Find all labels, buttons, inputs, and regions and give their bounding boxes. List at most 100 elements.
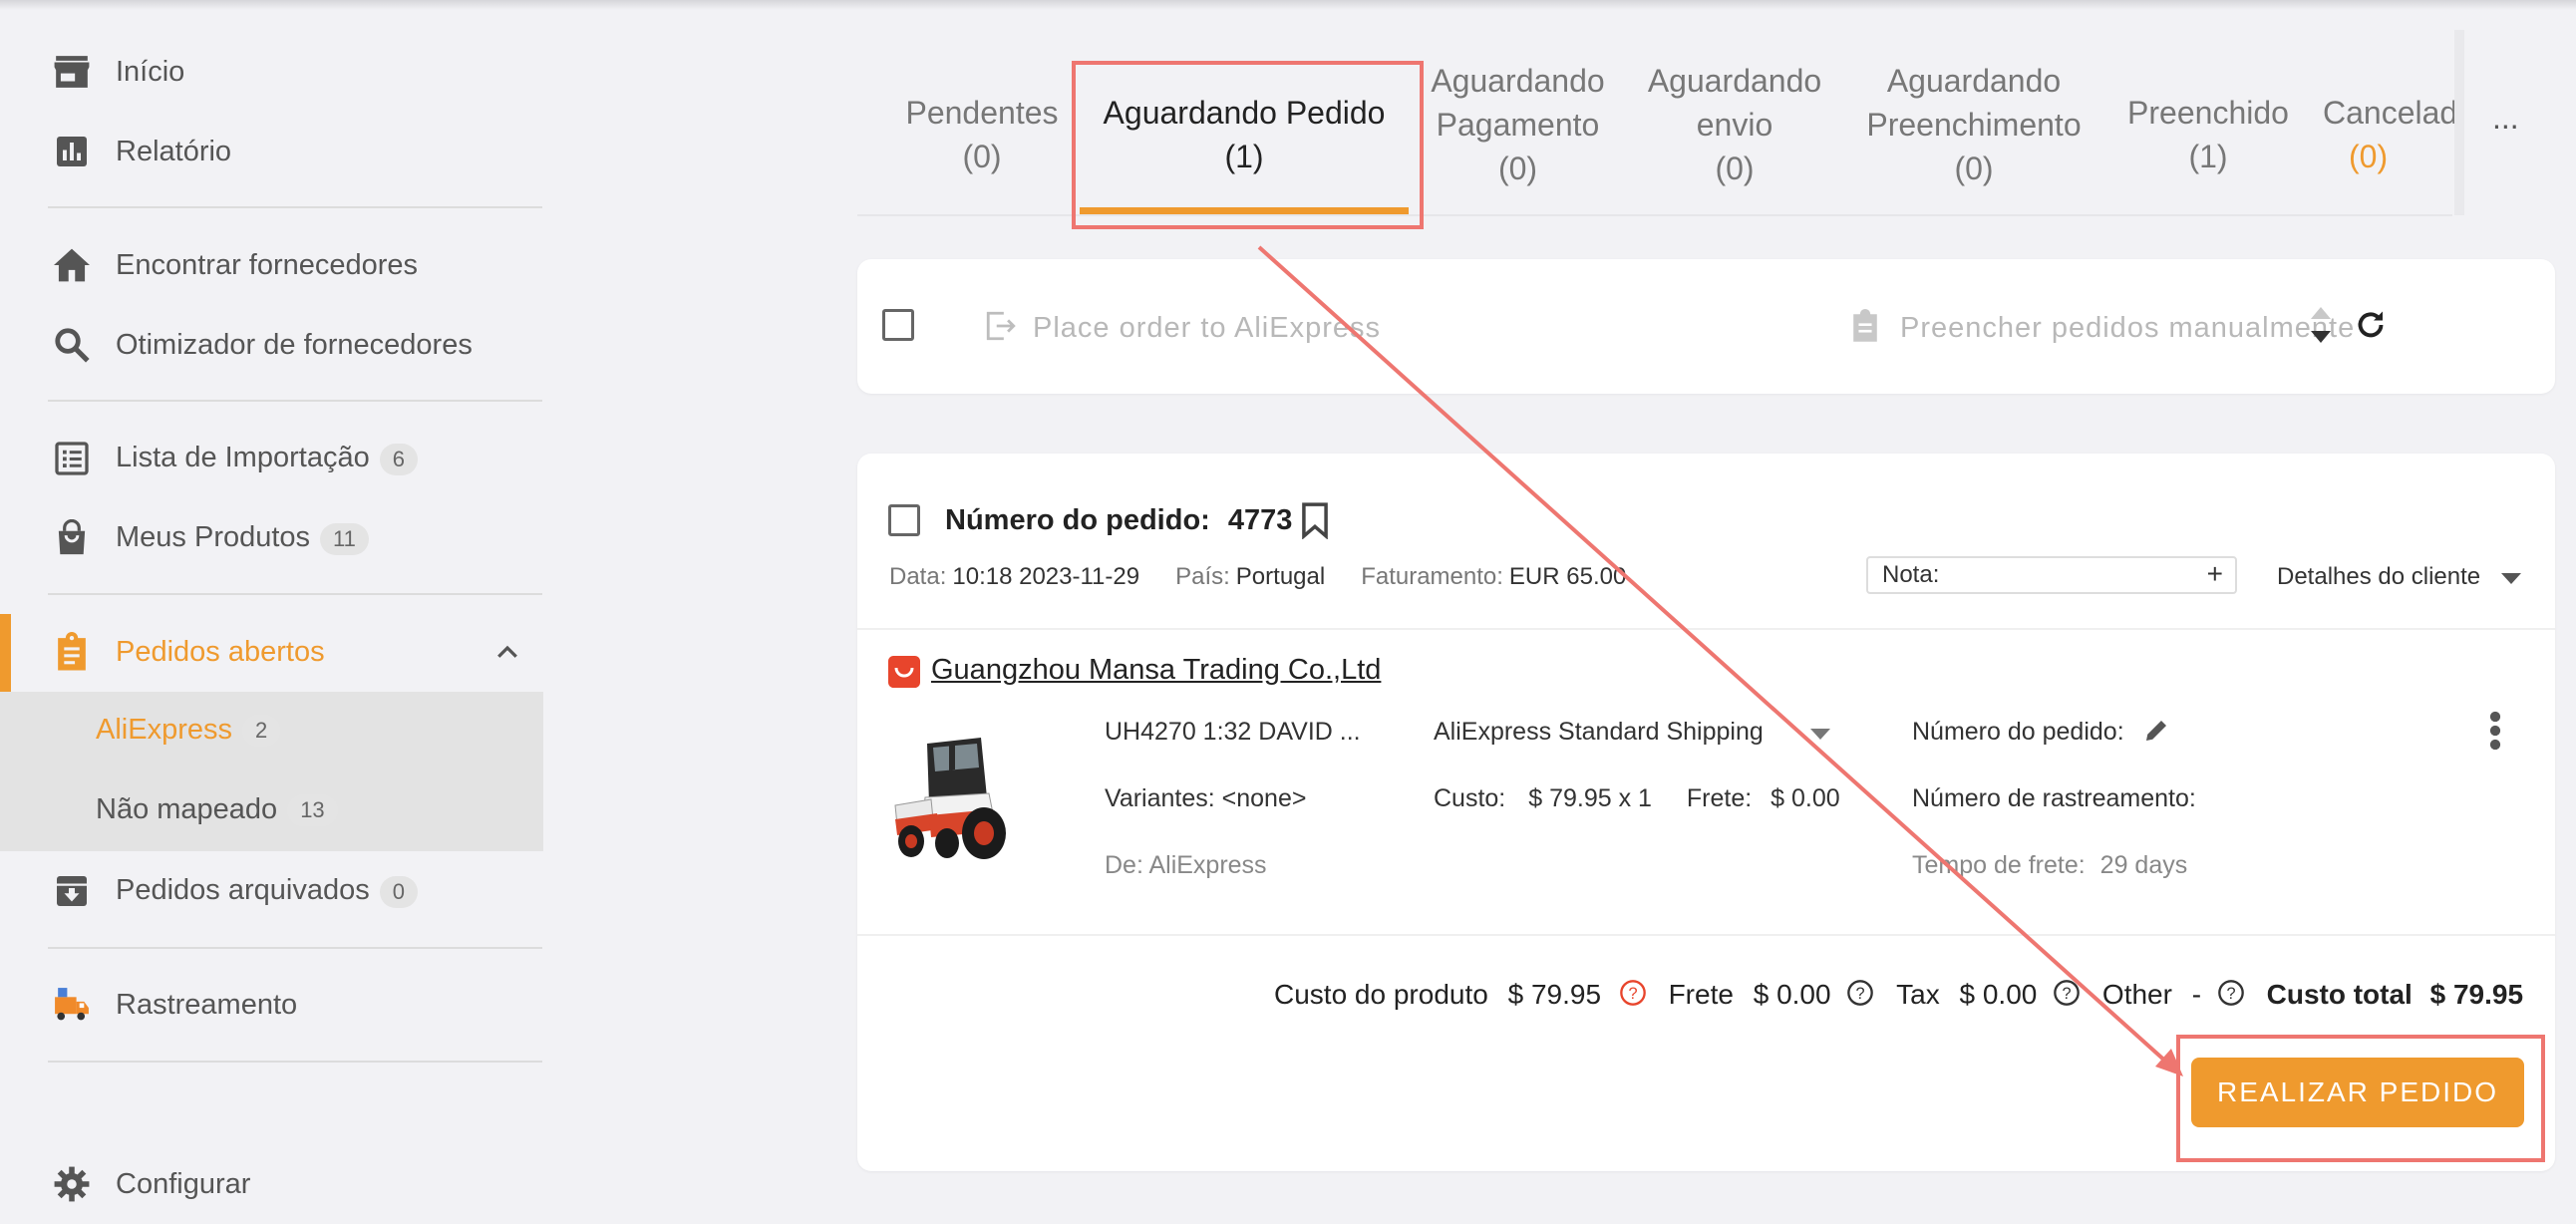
supplier-order-number-label: Número do pedido: bbox=[1912, 718, 2124, 746]
product-cost-value: $ 79.95 bbox=[1507, 979, 1602, 1010]
submenu-item-nao-mapeado[interactable]: Não mapeado 13 bbox=[96, 793, 338, 827]
shopping-bag-icon bbox=[52, 518, 92, 558]
tab-label: Aguardando bbox=[1431, 63, 1605, 99]
sidebar-item-otimizador[interactable]: Otimizador de fornecedores bbox=[0, 305, 543, 385]
shipping-method-value: AliExpress Standard Shipping bbox=[1434, 718, 1764, 746]
tab-count: (0) bbox=[1497, 151, 1538, 186]
caret-down-icon bbox=[1809, 719, 1830, 748]
freight-label: Frete: bbox=[1686, 784, 1753, 812]
tab-label: Preenchido bbox=[2127, 95, 2289, 131]
supplier-link[interactable]: Guangzhou Mansa Trading Co.,Ltd bbox=[931, 654, 1381, 687]
sidebar-divider bbox=[48, 1061, 542, 1063]
count-badge: 2 bbox=[242, 715, 281, 748]
total-cost-label: Custo total bbox=[2266, 979, 2413, 1010]
sidebar-item-label: Lista de Importação 6 bbox=[116, 442, 418, 475]
sidebar-item-rastreamento[interactable]: Rastreamento bbox=[0, 965, 543, 1045]
external-link-icon bbox=[983, 309, 1019, 348]
add-note-button[interactable]: + bbox=[2207, 558, 2223, 590]
place-order-aliexpress-action[interactable]: Place order to AliExpress bbox=[983, 309, 1381, 348]
chevron-up-icon[interactable] bbox=[492, 638, 522, 668]
tab-count: (0) bbox=[1715, 151, 1755, 186]
count-badge: 13 bbox=[287, 794, 338, 827]
home-icon bbox=[52, 245, 92, 285]
clipboard-icon bbox=[1850, 309, 1880, 348]
tab-cancelado[interactable]: Cancelado (0) bbox=[2323, 50, 2454, 219]
count-badge: 11 bbox=[320, 522, 369, 555]
product-title[interactable]: UH4270 1:32 DAVID ... bbox=[1105, 718, 1361, 747]
bulk-action-bar: Place order to AliExpress Preencher pedi… bbox=[857, 259, 2555, 394]
date-value: 10:18 2023-11-29 bbox=[952, 563, 1140, 590]
count-badge: 0 bbox=[379, 875, 418, 908]
tab-aguardando-envio[interactable]: Aguardando envio (0) bbox=[1630, 40, 1839, 209]
aliexpress-icon bbox=[888, 656, 920, 693]
sidebar-item-label: Pedidos arquivados 0 bbox=[116, 874, 418, 908]
select-all-checkbox[interactable] bbox=[882, 309, 914, 341]
customer-details-toggle[interactable]: Detalhes do cliente bbox=[2277, 563, 2521, 592]
help-circle-icon-red[interactable]: ? bbox=[1619, 979, 1647, 1014]
tab-pendentes[interactable]: Pendentes (0) bbox=[877, 50, 1087, 219]
more-tabs-button[interactable]: ... bbox=[2492, 100, 2519, 137]
product-image[interactable] bbox=[889, 716, 1017, 865]
fill-manually-action[interactable]: Preencher pedidos manualmente bbox=[1850, 309, 2355, 348]
shipping-time: Tempo de frete: 29 days bbox=[1912, 851, 2187, 880]
help-circle-icon[interactable]: ? bbox=[1846, 979, 1874, 1014]
sidebar-item-label: Encontrar fornecedores bbox=[116, 248, 419, 281]
shipping-time-label: Tempo de frete: bbox=[1912, 851, 2086, 879]
sidebar-item-label: Pedidos abertos bbox=[116, 635, 325, 668]
svg-text:?: ? bbox=[2226, 985, 2235, 1003]
tab-preenchido[interactable]: Preenchido (1) bbox=[2108, 50, 2308, 219]
sidebar-divider bbox=[48, 947, 542, 949]
order-number-label: Número do pedido: bbox=[945, 504, 1210, 536]
help-circle-icon[interactable]: ? bbox=[2217, 979, 2245, 1014]
tab-label-line2: Pagamento bbox=[1436, 107, 1600, 143]
order-select-checkbox[interactable] bbox=[888, 504, 920, 536]
help-circle-icon[interactable]: ? bbox=[2053, 979, 2081, 1014]
tab-aguardando-preenchimento[interactable]: Aguardando Preenchimento (0) bbox=[1849, 40, 2098, 209]
tab-label: Cancelado bbox=[2323, 95, 2454, 131]
caret-down-icon bbox=[2500, 564, 2521, 592]
edit-pencil-icon[interactable] bbox=[2141, 716, 2171, 751]
more-options-icon[interactable] bbox=[2486, 710, 2504, 757]
clipboard-icon bbox=[52, 632, 92, 672]
refresh-icon[interactable] bbox=[2353, 307, 2389, 348]
archive-icon bbox=[52, 871, 92, 911]
bookmark-icon[interactable] bbox=[1299, 501, 1331, 544]
freight-value: $ 0.00 bbox=[1771, 784, 1840, 812]
sidebar-item-label: Configurar bbox=[116, 1167, 251, 1200]
shipping-method-select[interactable]: AliExpress Standard Shipping bbox=[1434, 718, 1830, 748]
supplier-order-number: Número do pedido: bbox=[1912, 718, 2124, 747]
other-label: Other bbox=[2101, 979, 2172, 1010]
sort-icon[interactable] bbox=[2309, 303, 2333, 352]
cost-label: Custo: bbox=[1434, 784, 1506, 812]
sidebar-item-configurar[interactable]: Configurar bbox=[0, 1144, 543, 1224]
tab-count: (0) bbox=[2349, 139, 2389, 174]
shipping-time-value: 29 days bbox=[2099, 851, 2188, 879]
sidebar-item-lista-importacao[interactable]: Lista de Importação 6 bbox=[0, 419, 543, 498]
sidebar-item-pedidos-abertos[interactable]: Pedidos abertos bbox=[0, 612, 543, 692]
sidebar-item-meus-produtos[interactable]: Meus Produtos 11 bbox=[0, 498, 543, 578]
gear-icon bbox=[52, 1164, 92, 1204]
report-chart-icon bbox=[52, 132, 92, 171]
tab-aguardando-pagamento[interactable]: Aguardando Pagamento (0) bbox=[1416, 40, 1620, 209]
svg-text:?: ? bbox=[1628, 985, 1637, 1003]
store-icon bbox=[52, 52, 92, 92]
submenu-item-aliexpress[interactable]: AliExpress 2 bbox=[96, 714, 281, 748]
tab-count: (0) bbox=[1954, 151, 1994, 186]
tab-label: Pendentes bbox=[905, 95, 1059, 131]
order-meta: Data: 10:18 2023-11-29 País: Portugal Fatura… bbox=[889, 563, 1662, 591]
annotation-highlight-tab bbox=[1072, 61, 1424, 229]
product-source: De: AliExpress bbox=[1105, 851, 1267, 879]
note-field[interactable]: Nota: + bbox=[1866, 556, 2237, 594]
sidebar-divider bbox=[48, 206, 542, 208]
sidebar: Início Relatório Encontrar fornecedores … bbox=[0, 0, 543, 1202]
date-label: Data: bbox=[889, 563, 947, 590]
place-order-label: Place order to AliExpress bbox=[1033, 312, 1381, 344]
tax-value: $ 0.00 bbox=[1959, 979, 2038, 1010]
sidebar-item-encontrar-fornecedores[interactable]: Encontrar fornecedores bbox=[0, 225, 543, 305]
sidebar-item-inicio[interactable]: Início bbox=[0, 32, 543, 112]
sidebar-item-pedidos-arquivados[interactable]: Pedidos arquivados 0 bbox=[0, 851, 543, 931]
tab-label-line2: Preenchimento bbox=[1866, 107, 2082, 143]
sidebar-item-relatorio[interactable]: Relatório bbox=[0, 112, 543, 191]
sidebar-item-label: Meus Produtos 11 bbox=[116, 521, 369, 555]
count-badge: 6 bbox=[379, 443, 418, 475]
